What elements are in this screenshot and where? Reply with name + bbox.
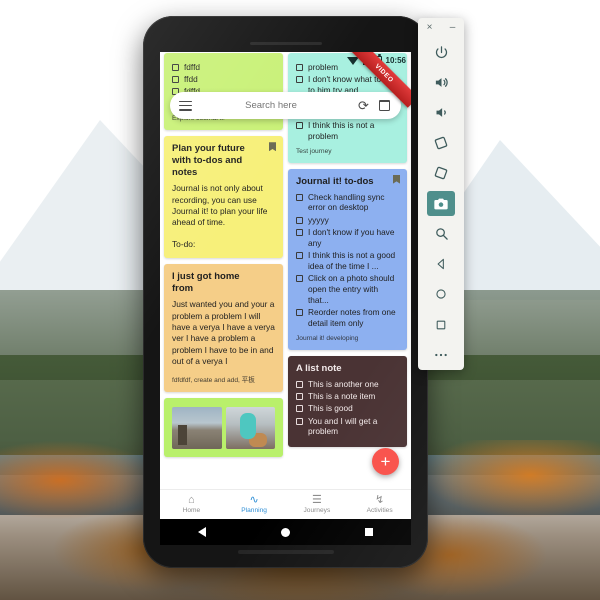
note-extra-text: To-do: bbox=[172, 238, 196, 249]
zoom-icon[interactable] bbox=[427, 222, 455, 246]
note-title: A list note bbox=[296, 362, 342, 374]
photo-thumbnail-people[interactable] bbox=[225, 406, 275, 449]
more-icon[interactable] bbox=[427, 343, 455, 367]
checklist-item[interactable]: yyyyy bbox=[296, 215, 399, 226]
checklist-item-label: You and I will get a problem bbox=[308, 415, 378, 437]
checklist-item[interactable]: Click on a photo should open the entry w… bbox=[296, 273, 399, 305]
note-a-list-note[interactable]: A list note This is another one This is … bbox=[288, 355, 407, 447]
rotate-left-icon[interactable] bbox=[427, 131, 455, 155]
checkbox-icon[interactable] bbox=[296, 405, 303, 413]
nav-item-label: Home bbox=[182, 507, 201, 514]
hamburger-menu-icon[interactable] bbox=[179, 100, 192, 111]
photo-thumbnail-street[interactable] bbox=[172, 406, 222, 449]
checkbox-icon[interactable] bbox=[296, 417, 303, 425]
checkbox-icon[interactable] bbox=[296, 216, 303, 224]
nav-item-label: Activities bbox=[366, 507, 393, 514]
checklist-item-label: yyyyy bbox=[308, 214, 329, 225]
checklist-item[interactable]: This is another one bbox=[296, 379, 399, 390]
checkbox-icon[interactable] bbox=[296, 75, 303, 83]
checklist-item[interactable]: This is a note item bbox=[296, 391, 399, 402]
checklist-item-label: Reorder notes from one detail item only bbox=[308, 307, 396, 328]
minimize-icon[interactable]: – bbox=[450, 22, 456, 33]
home-icon: ⌂ bbox=[188, 494, 195, 506]
checklist-item-label: Click on a photo should open the entry w… bbox=[308, 273, 395, 305]
sync-icon[interactable]: ⟳ bbox=[356, 98, 371, 113]
activities-running-icon: ↯ bbox=[375, 494, 385, 506]
checkbox-icon[interactable] bbox=[296, 392, 303, 400]
power-icon[interactable] bbox=[427, 40, 455, 64]
note-photo-strip[interactable] bbox=[164, 397, 283, 457]
nav-item-home[interactable]: ⌂ Home bbox=[160, 494, 223, 515]
checklist-item[interactable]: I think this is not a problem bbox=[296, 120, 399, 142]
emulator-side-toolbar[interactable]: × – bbox=[418, 18, 464, 370]
nav-item-journeys[interactable]: ☰ Journeys bbox=[286, 494, 349, 515]
checklist-item-label: I think this is not a good idea of the t… bbox=[308, 250, 396, 271]
note-title: Plan your future with to-dos and notes bbox=[172, 143, 245, 179]
camera-icon[interactable] bbox=[427, 191, 455, 216]
bottom-speaker-grille bbox=[237, 550, 334, 554]
note-plan-your-future[interactable]: Plan your future with to-dos and notes J… bbox=[164, 136, 283, 259]
note-footer: Journal it! developing bbox=[296, 334, 359, 342]
checkbox-icon[interactable] bbox=[296, 252, 303, 260]
checklist-item[interactable]: You and I will get a problem bbox=[296, 416, 399, 438]
checkbox-icon[interactable] bbox=[296, 275, 303, 283]
note-footer: Test journey bbox=[296, 147, 332, 155]
checkbox-icon[interactable] bbox=[172, 75, 179, 83]
checklist-item[interactable]: Check handling sync error on desktop bbox=[296, 192, 399, 214]
note-title: Journal it! to-dos bbox=[296, 175, 374, 187]
checkbox-icon[interactable] bbox=[296, 228, 303, 236]
note-just-got-home[interactable]: I just got home from Just wanted you and… bbox=[164, 264, 283, 392]
add-note-fab[interactable]: + bbox=[372, 448, 399, 475]
note-footer: fdfdfdf, create and add, 平板 bbox=[172, 376, 255, 384]
checklist-item-label: Check handling sync error on desktop bbox=[308, 191, 385, 213]
checkbox-icon[interactable] bbox=[296, 121, 303, 129]
photo-strip bbox=[172, 406, 275, 449]
journeys-list-icon: ☰ bbox=[311, 494, 322, 506]
checklist-item[interactable]: ffdd bbox=[172, 74, 275, 85]
nav-home-icon[interactable] bbox=[280, 527, 290, 537]
search-bar[interactable]: ⟳ bbox=[170, 92, 401, 119]
earpiece-speaker bbox=[249, 42, 322, 45]
overview-icon[interactable] bbox=[427, 312, 455, 336]
checkbox-icon[interactable] bbox=[296, 309, 303, 317]
checklist-item[interactable]: I think this is not a good idea of the t… bbox=[296, 250, 399, 272]
checkbox-icon[interactable] bbox=[296, 380, 303, 388]
back-icon[interactable] bbox=[427, 252, 455, 276]
checklist-item-label: I don't know if you have any bbox=[308, 226, 395, 248]
phone-screen: 10:56 fdffd ffdd fdffd bbox=[160, 52, 411, 519]
status-bar-clock: 10:56 bbox=[385, 56, 406, 65]
note-title: I just got home from bbox=[172, 271, 240, 295]
nav-item-label: Journeys bbox=[303, 507, 331, 514]
planning-chart-icon: ∿ bbox=[249, 494, 259, 506]
checklist-item-label: I think this is not a problem bbox=[308, 119, 375, 141]
checkbox-icon[interactable] bbox=[296, 193, 303, 201]
checklist-item-label: ffdd bbox=[184, 73, 198, 84]
volume-down-icon[interactable] bbox=[427, 101, 455, 125]
checklist-item-label: This is another one bbox=[308, 378, 379, 389]
nav-item-label: Planning bbox=[241, 507, 267, 514]
note-body: Journal is not only about recording, you… bbox=[172, 183, 268, 228]
checklist-item-label: This is a note item bbox=[308, 390, 376, 401]
close-icon[interactable]: × bbox=[427, 22, 433, 33]
calendar-icon[interactable] bbox=[377, 98, 392, 113]
checklist-item-label: This is good bbox=[308, 403, 353, 414]
note-journal-it-todos[interactable]: Journal it! to-dos Check handling sync e… bbox=[288, 168, 407, 350]
search-input[interactable] bbox=[192, 100, 350, 111]
volume-up-icon[interactable] bbox=[427, 70, 455, 94]
nav-item-activities[interactable]: ↯ Activities bbox=[348, 494, 411, 515]
note-body: Just wanted you and your a problem a pro… bbox=[172, 299, 275, 367]
bottom-navigation-bar[interactable]: ⌂ Home ∿ Planning ☰ Journeys ↯ Activitie… bbox=[160, 489, 411, 519]
toolbar-window-controls: × – bbox=[418, 18, 464, 37]
checklist-item[interactable]: I don't know if you have any bbox=[296, 227, 399, 249]
nav-recents-icon[interactable] bbox=[365, 528, 374, 536]
phone-device-frame: 10:56 fdffd ffdd fdffd bbox=[143, 16, 428, 568]
checklist-item[interactable]: This is good bbox=[296, 403, 399, 414]
android-system-nav-bar[interactable] bbox=[160, 519, 411, 545]
checklist-item[interactable]: Reorder notes from one detail item only bbox=[296, 307, 399, 329]
nav-item-planning[interactable]: ∿ Planning bbox=[223, 494, 286, 515]
home-icon[interactable] bbox=[427, 282, 455, 306]
nav-back-icon[interactable] bbox=[197, 527, 206, 537]
fab-plus-icon: + bbox=[380, 452, 391, 471]
rotate-right-icon[interactable] bbox=[427, 161, 455, 185]
